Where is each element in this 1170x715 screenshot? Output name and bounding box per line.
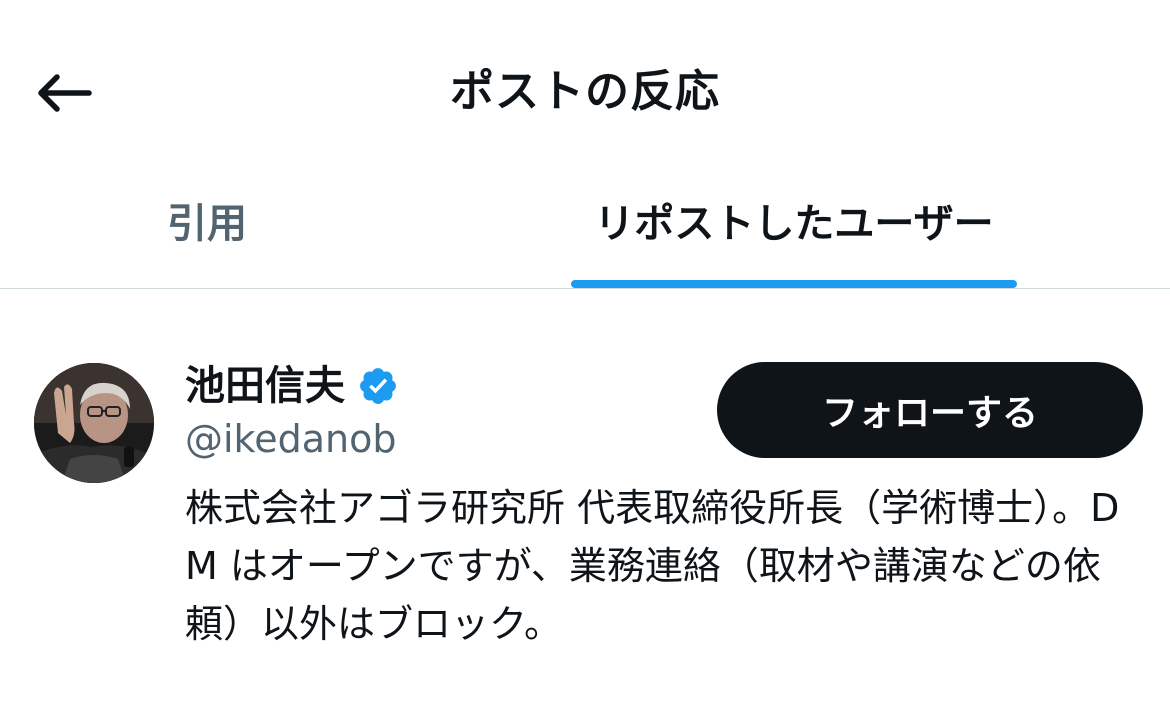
avatar[interactable]	[34, 363, 154, 483]
tab-bar: 引用 リポストしたユーザー	[0, 180, 1170, 289]
tab-quotes-label: 引用	[167, 201, 247, 247]
tab-reposts[interactable]: リポストしたユーザー	[571, 180, 1017, 288]
user-handle: @ikedanob	[185, 417, 397, 461]
active-tab-indicator	[571, 280, 1017, 288]
tab-quotes[interactable]: 引用	[0, 180, 414, 288]
avatar-image	[34, 363, 154, 483]
follow-button[interactable]: フォローする	[717, 362, 1143, 458]
verified-badge-icon	[360, 368, 396, 404]
display-name[interactable]: 池田信夫	[185, 361, 345, 411]
top-bar: ポストの反応	[0, 0, 1170, 180]
user-bio: 株式会社アゴラ研究所 代表取締役所長（学術博士）。DM はオープンですが、業務連…	[185, 486, 1120, 646]
tab-reposts-label: リポストしたユーザー	[594, 201, 994, 247]
name-line: 池田信夫	[185, 361, 399, 411]
user-cell[interactable]: 池田信夫 @ikedanob フォローする 株式会社アゴラ研究所 代表取締役所長…	[0, 289, 1170, 715]
page-title: ポストの反応	[450, 66, 720, 117]
